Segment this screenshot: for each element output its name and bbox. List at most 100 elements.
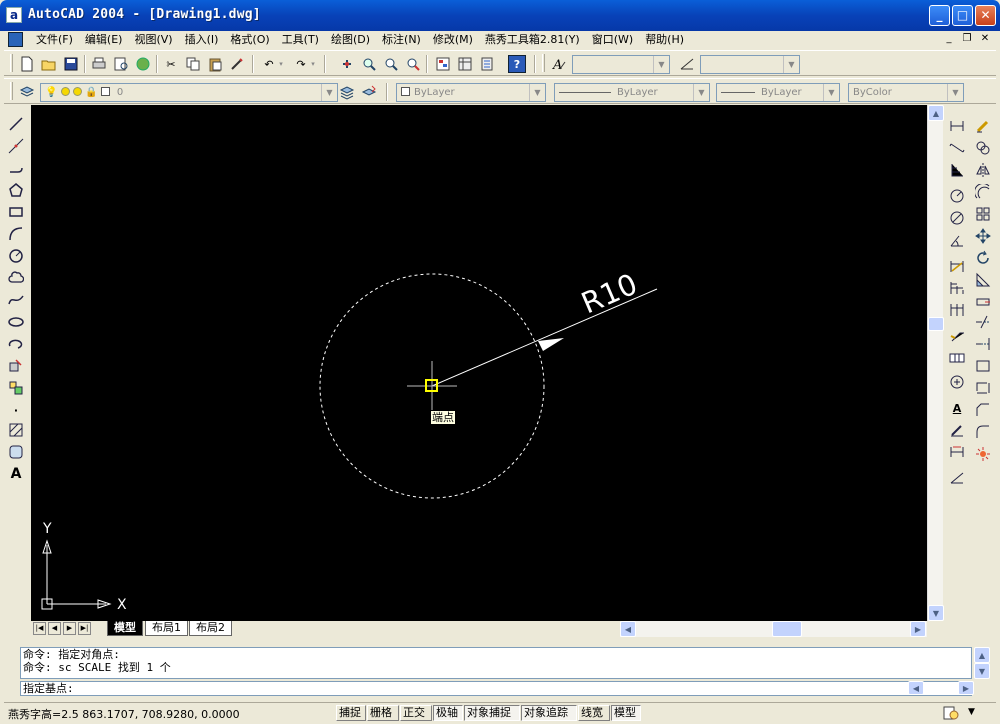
lineweight-combo[interactable]: ByLayer ▼ — [716, 83, 840, 102]
make-object-layer-current-icon[interactable] — [338, 83, 356, 101]
match-properties-icon[interactable] — [228, 55, 246, 73]
color-combo[interactable]: ByLayer ▼ — [396, 83, 546, 102]
command-history[interactable]: 命令: 指定对角点: 命令: sc SCALE 找到 1 个 — [20, 647, 972, 679]
vertical-scrollbar[interactable]: ▲ ▼ — [927, 105, 944, 621]
maximize-button[interactable]: □ — [952, 5, 973, 26]
horizontal-scrollbar[interactable]: ◀ ▶ — [620, 621, 927, 637]
publish-icon[interactable] — [134, 55, 152, 73]
trim-icon[interactable] — [973, 312, 993, 332]
title-bar[interactable]: a AutoCAD 2004 - [Drawing1.dwg] _ □ ✕ — [0, 0, 1000, 31]
ordinate-dimension-icon[interactable] — [947, 160, 967, 180]
stretch-icon[interactable] — [973, 292, 993, 312]
status-toggle-button[interactable]: 极轴 — [433, 705, 463, 721]
copy-object-icon[interactable] — [973, 138, 993, 158]
next-tab-icon[interactable]: ▶ — [63, 622, 76, 635]
menu-item[interactable]: 标注(N) — [376, 33, 427, 47]
zoom-previous-icon[interactable] — [404, 55, 422, 73]
undo-dropdown-icon[interactable]: ▾ — [276, 55, 286, 73]
menu-item[interactable]: 燕秀工具箱2.81(Y) — [479, 33, 586, 47]
break-at-point-icon[interactable] — [973, 356, 993, 376]
last-tab-icon[interactable]: ▶| — [78, 622, 91, 635]
command-scroll-left-icon[interactable]: ◀ — [908, 681, 924, 695]
move-icon[interactable] — [973, 226, 993, 246]
dimension-text[interactable]: R10 — [576, 267, 642, 321]
fillet-icon[interactable] — [973, 422, 993, 442]
status-toggle-button[interactable]: 捕捉 — [336, 705, 366, 721]
ellipse-arc-icon[interactable] — [6, 334, 26, 354]
scroll-up-icon[interactable]: ▲ — [974, 647, 990, 663]
explode-icon[interactable] — [973, 444, 993, 464]
menu-item[interactable]: 窗口(W) — [586, 33, 639, 47]
dimension-style-icon[interactable] — [678, 55, 696, 73]
document-icon[interactable] — [8, 32, 23, 47]
cut-icon[interactable]: ✂ — [162, 55, 180, 73]
status-toggle-button[interactable]: 正交 — [400, 705, 432, 721]
first-tab-icon[interactable]: |◀ — [33, 622, 46, 635]
zoom-window-icon[interactable] — [382, 55, 400, 73]
scroll-right-icon[interactable]: ▶ — [910, 621, 926, 637]
rotate-icon[interactable] — [973, 248, 993, 268]
point-icon[interactable]: · — [6, 400, 26, 420]
menu-item[interactable]: 工具(T) — [276, 33, 325, 47]
help-icon[interactable]: ? — [508, 55, 526, 73]
insert-block-icon[interactable] — [6, 356, 26, 376]
scale-icon[interactable] — [973, 270, 993, 290]
tool-palettes-icon[interactable] — [478, 55, 496, 73]
coordinate-readout[interactable]: 燕秀字高=2.5 863.1707, 708.9280, 0.0000 — [8, 706, 240, 722]
quick-dimension-icon[interactable] — [947, 256, 967, 276]
command-input[interactable]: 指定基点: — [20, 681, 972, 696]
arc-icon[interactable] — [6, 224, 26, 244]
spline-icon[interactable] — [6, 290, 26, 310]
horizontal-scroll-thumb[interactable] — [772, 621, 802, 637]
command-scroll-right-icon[interactable]: ▶ — [958, 681, 974, 695]
dimension-style-combo[interactable]: ▼ — [700, 55, 800, 74]
radius-dimension-icon[interactable] — [947, 186, 967, 206]
print-icon[interactable] — [90, 55, 108, 73]
chamfer-icon[interactable] — [973, 400, 993, 420]
dimension-text-edit-icon[interactable] — [947, 420, 967, 440]
extend-icon[interactable] — [973, 334, 993, 354]
ellipse-icon[interactable] — [6, 312, 26, 332]
line-icon[interactable] — [6, 114, 26, 134]
menu-item[interactable]: 修改(M) — [427, 33, 479, 47]
polygon-icon[interactable] — [6, 180, 26, 200]
tray-settings-icon[interactable] — [942, 705, 960, 721]
tab-layout2[interactable]: 布局2 — [189, 621, 232, 636]
make-block-icon[interactable] — [6, 378, 26, 398]
aligned-dimension-icon[interactable] — [947, 138, 967, 158]
center-mark-icon[interactable] — [947, 372, 967, 392]
dimension-edit-icon[interactable]: A — [947, 398, 967, 418]
mdi-minimize-button[interactable]: _ — [942, 32, 956, 46]
minimize-button[interactable]: _ — [929, 5, 950, 26]
tolerance-icon[interactable] — [947, 348, 967, 368]
copy-icon[interactable] — [184, 55, 202, 73]
menu-item[interactable]: 帮助(H) — [639, 33, 690, 47]
dimension-style-manager-icon[interactable] — [947, 468, 967, 488]
angular-dimension-icon[interactable] — [947, 230, 967, 250]
prev-tab-icon[interactable]: ◀ — [48, 622, 61, 635]
menu-item[interactable]: 视图(V) — [128, 33, 178, 47]
rectangle-icon[interactable] — [6, 202, 26, 222]
text-style-combo[interactable]: ▼ — [572, 55, 670, 74]
mdi-restore-button[interactable]: ❐ — [960, 32, 974, 46]
quick-leader-icon[interactable] — [947, 326, 967, 346]
vertical-scroll-thumb[interactable] — [928, 317, 944, 331]
scroll-left-icon[interactable]: ◀ — [620, 621, 636, 637]
layer-previous-icon[interactable] — [360, 83, 378, 101]
mdi-close-button[interactable]: ✕ — [978, 32, 992, 46]
pan-icon[interactable] — [338, 55, 356, 73]
mirror-icon[interactable] — [973, 160, 993, 180]
paste-icon[interactable] — [206, 55, 224, 73]
dimension-update-icon[interactable] — [947, 442, 967, 462]
layer-manager-icon[interactable] — [18, 83, 36, 101]
menu-item[interactable]: 编辑(E) — [79, 33, 129, 47]
scroll-up-icon[interactable]: ▲ — [928, 105, 944, 121]
menu-item[interactable]: 文件(F) — [30, 33, 79, 47]
close-button[interactable]: ✕ — [975, 5, 996, 26]
design-center-icon[interactable] — [456, 55, 474, 73]
status-toggle-button[interactable]: 对象捕捉 — [464, 705, 520, 721]
redo-dropdown-icon[interactable]: ▾ — [308, 55, 318, 73]
revision-cloud-icon[interactable] — [6, 268, 26, 288]
diameter-dimension-icon[interactable] — [947, 208, 967, 228]
tab-model[interactable]: 模型 — [107, 621, 143, 636]
